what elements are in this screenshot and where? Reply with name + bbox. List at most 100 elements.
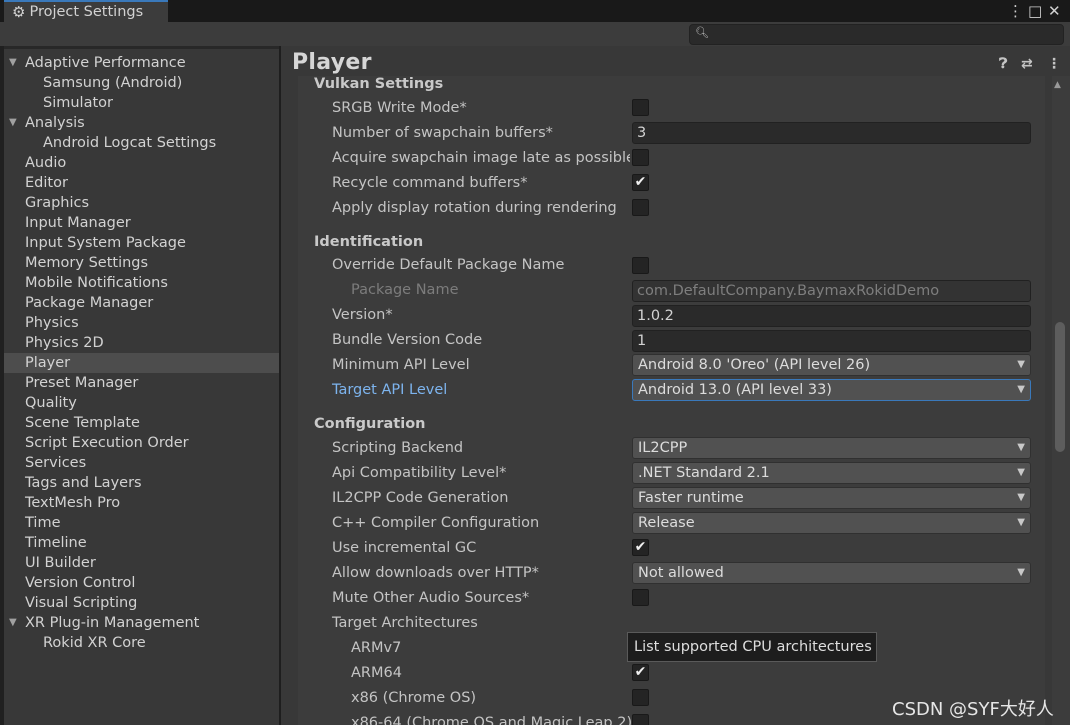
scripting-backend-dropdown[interactable]: IL2CPP ▼ bbox=[632, 437, 1031, 459]
nav-item-samsung-android[interactable]: Samsung (Android) bbox=[4, 73, 279, 93]
target-api-level-dropdown[interactable]: Android 13.0 (API level 33) ▼ bbox=[632, 379, 1031, 401]
arm64-label: ARM64 bbox=[351, 665, 402, 681]
display-rotation-label: Apply display rotation during rendering bbox=[332, 200, 617, 216]
scrollbar-thumb[interactable] bbox=[1055, 322, 1065, 452]
swapchain-buffers-field[interactable]: 3 bbox=[632, 122, 1031, 144]
nav-item-input-manager[interactable]: Input Manager bbox=[4, 213, 279, 233]
vulkan-settings-heading: Vulkan Settings bbox=[314, 76, 444, 92]
incremental-gc-label: Use incremental GC bbox=[332, 540, 477, 556]
nav-item-physics[interactable]: Physics bbox=[4, 313, 279, 333]
il2cpp-codegen-label: IL2CPP Code Generation bbox=[332, 490, 509, 506]
acquire-swapchain-checkbox[interactable] bbox=[632, 149, 649, 166]
nav-item-version-control[interactable]: Version Control bbox=[4, 573, 279, 593]
mute-audio-checkbox[interactable] bbox=[632, 589, 649, 606]
nav-item-tags-and-layers[interactable]: Tags and Layers bbox=[4, 473, 279, 493]
nav-item-quality[interactable]: Quality bbox=[4, 393, 279, 413]
check-icon: ✔ bbox=[634, 174, 647, 190]
cpp-compiler-config-dropdown[interactable]: Release ▼ bbox=[632, 512, 1031, 534]
nav-item-services[interactable]: Services bbox=[4, 453, 279, 473]
expand-arrow-icon[interactable]: ▼ bbox=[9, 613, 17, 633]
page-title: Player bbox=[292, 50, 372, 75]
nav-item-memory-settings[interactable]: Memory Settings bbox=[4, 253, 279, 273]
srgb-write-mode-checkbox[interactable] bbox=[632, 99, 649, 116]
minimum-api-level-dropdown[interactable]: Android 8.0 'Oreo' (API level 26) ▼ bbox=[632, 354, 1031, 376]
arm64-checkbox[interactable]: ✔ bbox=[632, 664, 649, 681]
search-input[interactable]: 🔍︎ bbox=[689, 24, 1064, 45]
target-architectures-label: Target Architectures bbox=[332, 615, 478, 631]
search-icon: 🔍︎ bbox=[695, 26, 709, 39]
nav-item-preset-manager[interactable]: Preset Manager bbox=[4, 373, 279, 393]
api-compatibility-dropdown[interactable]: .NET Standard 2.1 ▼ bbox=[632, 462, 1031, 484]
dropdown-arrow-icon: ▼ bbox=[1017, 467, 1025, 478]
configuration-heading: Configuration bbox=[314, 416, 426, 432]
display-rotation-checkbox[interactable] bbox=[632, 199, 649, 216]
gear-icon: ⚙ bbox=[12, 3, 26, 21]
swapchain-buffers-label: Number of swapchain buffers* bbox=[332, 125, 553, 141]
srgb-write-mode-label: SRGB Write Mode* bbox=[332, 100, 467, 116]
window-menu-icon[interactable]: ⋮ bbox=[1008, 0, 1023, 22]
nav-item-script-execution-order[interactable]: Script Execution Order bbox=[4, 433, 279, 453]
cpp-compiler-config-label: C++ Compiler Configuration bbox=[332, 515, 540, 531]
scroll-up-icon[interactable]: ▲ bbox=[1054, 80, 1061, 90]
more-icon[interactable]: ⋮ bbox=[1047, 56, 1061, 72]
title-bar: ⚙ Project Settings ⋮ □ ✕ bbox=[0, 0, 1070, 22]
nav-item-graphics[interactable]: Graphics bbox=[4, 193, 279, 213]
x86-label: x86 (Chrome OS) bbox=[351, 690, 477, 706]
il2cpp-codegen-dropdown[interactable]: Faster runtime ▼ bbox=[632, 487, 1031, 509]
nav-item-package-manager[interactable]: Package Manager bbox=[4, 293, 279, 313]
tab-title: Project Settings bbox=[29, 4, 144, 20]
nav-item-physics-2d[interactable]: Physics 2D bbox=[4, 333, 279, 353]
x86-checkbox[interactable] bbox=[632, 689, 649, 706]
nav-item-editor[interactable]: Editor bbox=[4, 173, 279, 193]
dropdown-arrow-icon: ▼ bbox=[1017, 384, 1025, 395]
nav-item-time[interactable]: Time bbox=[4, 513, 279, 533]
nav-item-analysis[interactable]: ▼ Analysis bbox=[4, 113, 279, 133]
nav-item-ui-builder[interactable]: UI Builder bbox=[4, 553, 279, 573]
dropdown-arrow-icon: ▼ bbox=[1017, 359, 1025, 370]
nav-item-xr-plugin-management[interactable]: ▼ XR Plug-in Management bbox=[4, 613, 279, 633]
package-name-label: Package Name bbox=[351, 282, 459, 298]
armv7-label: ARMv7 bbox=[351, 640, 402, 656]
nav-item-timeline[interactable]: Timeline bbox=[4, 533, 279, 553]
project-settings-tab[interactable]: ⚙ Project Settings bbox=[4, 0, 168, 22]
expand-arrow-icon[interactable]: ▼ bbox=[9, 53, 17, 73]
acquire-swapchain-label: Acquire swapchain image late as possible… bbox=[332, 150, 630, 166]
mute-audio-label: Mute Other Audio Sources* bbox=[332, 590, 530, 606]
dropdown-arrow-icon: ▼ bbox=[1017, 492, 1025, 503]
bundle-version-code-field[interactable]: 1 bbox=[632, 330, 1031, 352]
watermark: CSDN @SYF大好人 bbox=[892, 699, 1054, 720]
nav-item-android-logcat-settings[interactable]: Android Logcat Settings bbox=[4, 133, 279, 153]
help-icon[interactable]: ❓︎ bbox=[999, 56, 1007, 72]
package-name-field: com.DefaultCompany.BaymaxRokidDemo bbox=[632, 280, 1031, 302]
preset-icon[interactable]: ⇄ bbox=[1021, 56, 1033, 72]
scripting-backend-label: Scripting Backend bbox=[332, 440, 464, 456]
target-api-level-label: Target API Level bbox=[332, 382, 448, 398]
nav-item-textmesh-pro[interactable]: TextMesh Pro bbox=[4, 493, 279, 513]
nav-item-visual-scripting[interactable]: Visual Scripting bbox=[4, 593, 279, 613]
close-icon[interactable]: ✕ bbox=[1048, 0, 1061, 22]
maximize-icon[interactable]: □ bbox=[1028, 0, 1042, 22]
nav-item-simulator[interactable]: Simulator bbox=[4, 93, 279, 113]
dropdown-arrow-icon: ▼ bbox=[1017, 567, 1025, 578]
allow-http-label: Allow downloads over HTTP* bbox=[332, 565, 539, 581]
settings-nav: ▼ Adaptive Performance Samsung (Android) … bbox=[4, 49, 279, 725]
expand-arrow-icon[interactable]: ▼ bbox=[9, 113, 17, 133]
version-label: Version* bbox=[332, 307, 393, 323]
version-field[interactable]: 1.0.2 bbox=[632, 305, 1031, 327]
nav-item-rokid-xr-core[interactable]: Rokid XR Core bbox=[4, 633, 279, 653]
recycle-command-buffers-label: Recycle command buffers* bbox=[332, 175, 528, 191]
nav-item-player[interactable]: Player bbox=[4, 353, 279, 373]
nav-item-adaptive-performance[interactable]: ▼ Adaptive Performance bbox=[4, 53, 279, 73]
recycle-command-buffers-checkbox[interactable]: ✔ bbox=[632, 174, 649, 191]
override-package-name-checkbox[interactable] bbox=[632, 257, 649, 274]
nav-item-scene-template[interactable]: Scene Template bbox=[4, 413, 279, 433]
x86-64-checkbox[interactable] bbox=[632, 714, 649, 725]
nav-item-audio[interactable]: Audio bbox=[4, 153, 279, 173]
nav-item-input-system-package[interactable]: Input System Package bbox=[4, 233, 279, 253]
nav-item-mobile-notifications[interactable]: Mobile Notifications bbox=[4, 273, 279, 293]
api-compatibility-label: Api Compatibility Level* bbox=[332, 465, 507, 481]
incremental-gc-checkbox[interactable]: ✔ bbox=[632, 539, 649, 556]
check-icon: ✔ bbox=[634, 664, 647, 680]
allow-http-dropdown[interactable]: Not allowed ▼ bbox=[632, 562, 1031, 584]
minimum-api-level-label: Minimum API Level bbox=[332, 357, 470, 373]
